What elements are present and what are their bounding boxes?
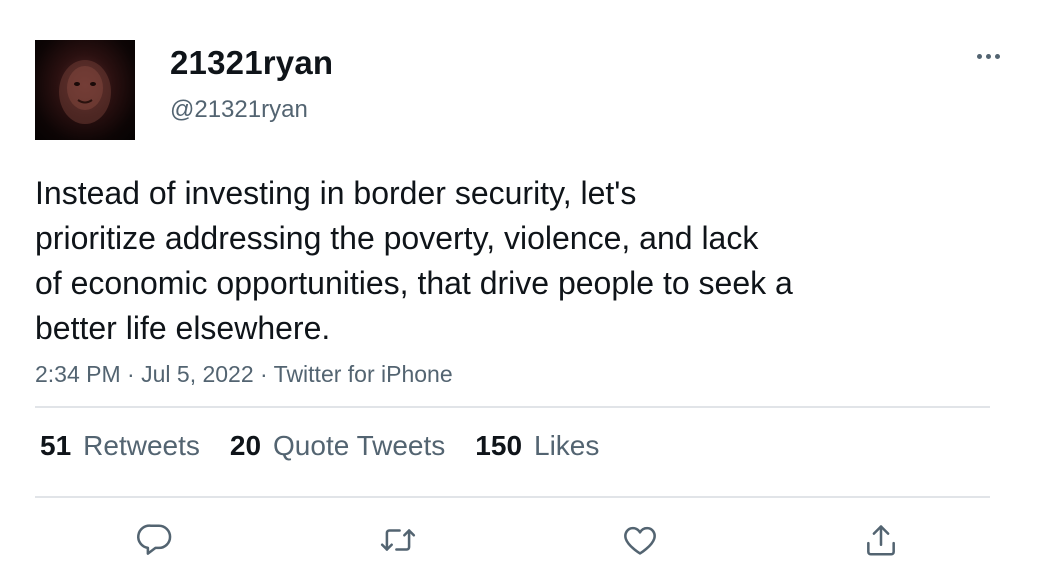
- retweets-label: Retweets: [83, 430, 200, 461]
- dot: [994, 53, 1000, 59]
- more-options-icon[interactable]: [968, 40, 1008, 72]
- like-button[interactable]: [618, 518, 662, 562]
- quote-tweets-label: Quote Tweets: [273, 430, 446, 461]
- likes-count: 150: [475, 430, 523, 461]
- avatar-image: [59, 60, 111, 124]
- tweet-stats: 51 Retweets 20 Quote Tweets 150 Likes: [40, 430, 599, 462]
- meta-separator: ·: [253, 361, 274, 387]
- meta-separator: ·: [120, 361, 142, 387]
- dot: [985, 53, 991, 59]
- share-button[interactable]: [859, 518, 903, 562]
- tweet-text: Instead of investing in border security,…: [35, 175, 793, 346]
- tweet-time[interactable]: 2:34 PM: [35, 361, 121, 387]
- reply-button[interactable]: [133, 518, 177, 562]
- quote-tweets-count: 20: [229, 430, 262, 461]
- tweet-card: 21321ryan @21321ryan Instead of investin…: [0, 0, 1050, 570]
- retweet-button[interactable]: [376, 518, 420, 562]
- quote-tweets-stat[interactable]: 20 Quote Tweets: [230, 430, 445, 462]
- retweets-stat[interactable]: 51 Retweets: [40, 430, 200, 462]
- divider: [35, 496, 990, 498]
- likes-stat[interactable]: 150 Likes: [475, 430, 599, 462]
- retweets-count: 51: [40, 430, 72, 461]
- action-bar: [0, 518, 1050, 562]
- reply-icon: [137, 524, 172, 555]
- avatar[interactable]: [35, 40, 135, 140]
- user-handle[interactable]: @21321ryan: [170, 96, 308, 124]
- retweet-icon: [380, 529, 416, 551]
- dot: [976, 53, 982, 59]
- divider: [35, 406, 990, 408]
- likes-label: Likes: [534, 430, 600, 461]
- tweet-date[interactable]: Jul 5, 2022: [141, 361, 254, 387]
- heart-icon: [624, 526, 656, 555]
- tweet-meta: 2:34 PM · Jul 5, 2022 · Twitter for iPho…: [35, 361, 453, 388]
- tweet-source[interactable]: Twitter for iPhone: [274, 361, 453, 387]
- display-name[interactable]: 21321ryan: [170, 44, 333, 82]
- share-icon: [867, 525, 895, 556]
